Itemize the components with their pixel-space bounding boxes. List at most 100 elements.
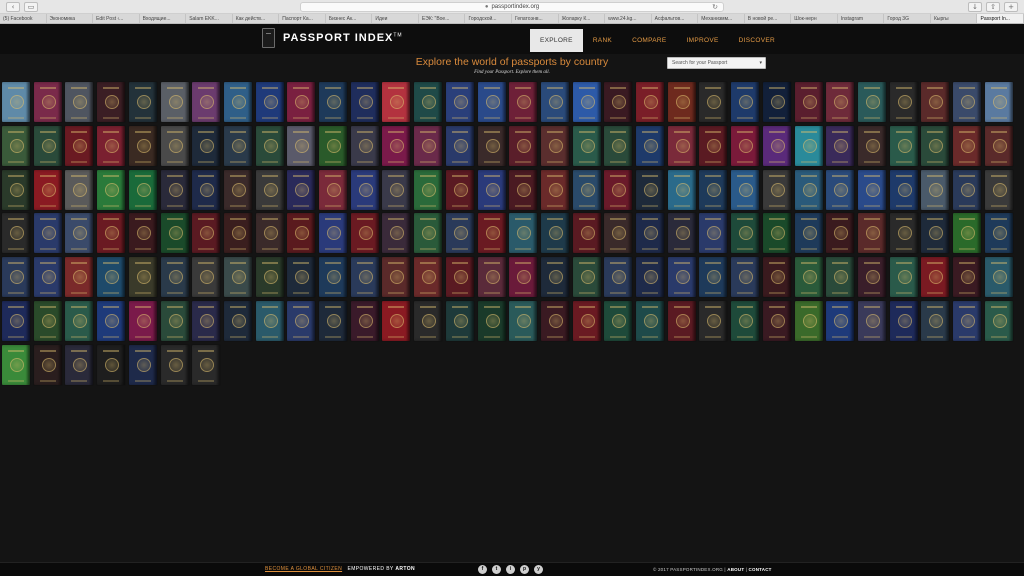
passport-cover[interactable] (192, 257, 221, 298)
passport-cover[interactable] (953, 82, 981, 122)
passport-cover[interactable] (921, 301, 950, 341)
browser-tab[interactable]: Salam EKK... (186, 14, 233, 23)
passport-cover[interactable] (477, 301, 506, 341)
passport-cover[interactable] (414, 213, 443, 254)
passport-cover[interactable] (319, 169, 347, 210)
passport-cover[interactable] (826, 125, 855, 166)
reload-icon[interactable]: ↻ (712, 3, 718, 12)
passport-cover[interactable] (445, 257, 474, 298)
passport-cover[interactable] (33, 213, 62, 254)
passport-cover[interactable] (636, 169, 664, 210)
passport-cover[interactable] (826, 82, 855, 122)
passport-cover[interactable] (921, 213, 950, 254)
browser-tab[interactable]: Кыргы (931, 14, 978, 23)
passport-cover[interactable] (857, 169, 886, 210)
passport-cover[interactable] (414, 301, 443, 341)
passport-cover[interactable] (762, 82, 791, 122)
passport-cover[interactable] (382, 125, 411, 166)
passport-cover[interactable] (287, 213, 316, 254)
passport-cover[interactable] (921, 169, 950, 210)
browser-tab[interactable]: Шок-нерн (791, 14, 838, 23)
passport-cover[interactable] (857, 301, 886, 341)
passport-cover[interactable] (889, 257, 918, 298)
passport-cover[interactable] (160, 169, 189, 210)
passport-cover[interactable] (540, 301, 569, 341)
passport-cover[interactable] (33, 125, 62, 166)
passport-cover[interactable] (192, 344, 221, 385)
browser-tab[interactable]: www.24.kg... (605, 14, 652, 23)
passport-cover[interactable] (97, 344, 126, 385)
passport-cover[interactable] (636, 82, 664, 122)
passport-cover[interactable] (160, 344, 189, 385)
passport-cover[interactable] (762, 169, 791, 210)
about-link[interactable]: ABOUT (727, 567, 744, 572)
passport-cover[interactable] (2, 344, 30, 385)
passport-cover[interactable] (255, 125, 284, 166)
passport-cover[interactable] (699, 213, 728, 254)
passport-cover[interactable] (604, 301, 633, 341)
passport-cover[interactable] (477, 169, 506, 210)
passport-cover[interactable] (984, 213, 1013, 254)
passport-cover[interactable] (699, 257, 728, 298)
sidebar-icon[interactable]: ▭ (24, 2, 38, 12)
passport-cover[interactable] (953, 301, 981, 341)
passport-cover[interactable] (477, 257, 506, 298)
passport-cover[interactable] (160, 213, 189, 254)
passport-cover[interactable] (160, 125, 189, 166)
browser-tab[interactable]: Механизмм... (698, 14, 745, 23)
passport-cover[interactable] (604, 82, 633, 122)
passport-cover[interactable] (33, 301, 62, 341)
passport-cover[interactable] (953, 257, 981, 298)
passport-cover[interactable] (414, 169, 443, 210)
passport-cover[interactable] (889, 169, 918, 210)
passport-cover[interactable] (857, 82, 886, 122)
browser-tab[interactable]: Как действ... (233, 14, 280, 23)
passport-cover[interactable] (604, 257, 633, 298)
passport-cover[interactable] (65, 82, 94, 122)
passport-cover[interactable] (667, 169, 696, 210)
passport-cover[interactable] (826, 257, 855, 298)
passport-cover[interactable] (699, 301, 728, 341)
passport-cover[interactable] (255, 169, 284, 210)
new-tab-icon[interactable]: + (1004, 2, 1018, 12)
passport-cover[interactable] (984, 82, 1013, 122)
passport-cover[interactable] (192, 169, 221, 210)
passport-cover[interactable] (160, 257, 189, 298)
passport-cover[interactable] (667, 301, 696, 341)
passport-cover[interactable] (192, 125, 221, 166)
passport-cover[interactable] (2, 257, 30, 298)
become-global-citizen-link[interactable]: BECOME A GLOBAL CITIZEN (265, 566, 342, 572)
passport-cover[interactable] (33, 257, 62, 298)
passport-cover[interactable] (2, 169, 30, 210)
passport-cover[interactable] (921, 257, 950, 298)
passport-cover[interactable] (572, 301, 601, 341)
browser-tab[interactable]: Паспорт Ка... (279, 14, 326, 23)
passport-cover[interactable] (731, 213, 760, 254)
passport-cover[interactable] (382, 169, 411, 210)
passport-cover[interactable] (414, 257, 443, 298)
nav-explore[interactable]: EXPLORE (530, 29, 583, 52)
passport-cover[interactable] (921, 125, 950, 166)
passport-cover[interactable] (414, 82, 443, 122)
browser-tab[interactable]: Город 3G (884, 14, 931, 23)
browser-tab[interactable]: Жоларкy К... (559, 14, 606, 23)
passport-cover[interactable] (2, 213, 30, 254)
passport-cover[interactable] (509, 125, 538, 166)
passport-cover[interactable] (604, 213, 633, 254)
passport-cover[interactable] (826, 301, 855, 341)
passport-cover[interactable] (65, 213, 94, 254)
passport-cover[interactable] (65, 301, 94, 341)
passport-cover[interactable] (382, 213, 411, 254)
passport-cover[interactable] (445, 213, 474, 254)
browser-tab[interactable]: ЕЭК: "Вое... (419, 14, 466, 23)
back-icon[interactable]: ‹ (6, 2, 20, 12)
passport-cover[interactable] (667, 213, 696, 254)
passport-cover[interactable] (572, 125, 601, 166)
passport-cover[interactable] (255, 82, 284, 122)
passport-cover[interactable] (128, 344, 157, 385)
passport-cover[interactable] (636, 257, 664, 298)
passport-cover[interactable] (2, 82, 30, 122)
passport-cover[interactable] (794, 82, 823, 122)
pinterest-icon[interactable]: p (520, 565, 529, 574)
passport-cover[interactable] (128, 82, 157, 122)
